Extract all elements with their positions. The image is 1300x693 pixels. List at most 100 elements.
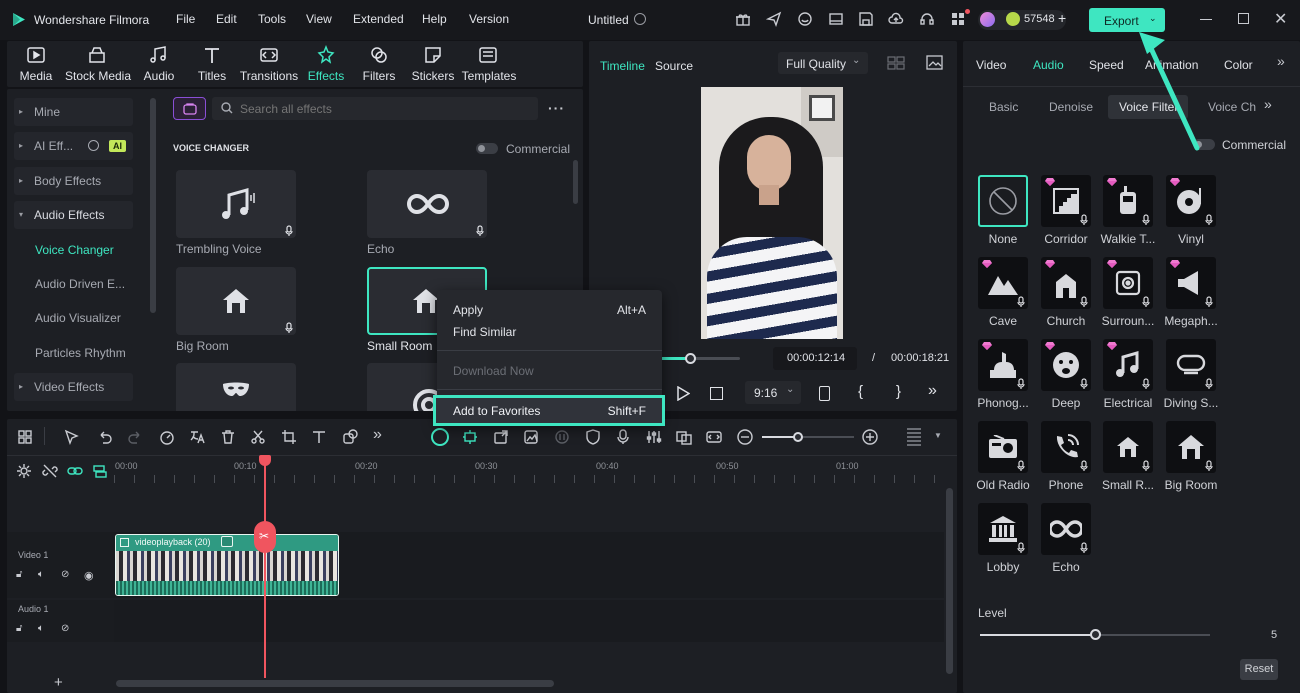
ai-translate-icon[interactable] [189, 429, 205, 445]
voice-filter-megaphone[interactable] [1166, 257, 1216, 309]
shield-icon[interactable] [585, 429, 601, 445]
link-icon[interactable] [67, 463, 83, 479]
voice-filter-phone[interactable] [1041, 421, 1091, 473]
text-tool-icon[interactable] [311, 429, 327, 445]
voice-filter-corridor[interactable] [1041, 175, 1091, 227]
toolbar-media[interactable]: Media [16, 69, 56, 83]
sidebar-item-body-effects[interactable]: ▸ Body Effects [14, 167, 133, 195]
stock-media-icon[interactable] [87, 45, 107, 65]
split-marker[interactable]: ✂ [254, 521, 276, 553]
save-icon[interactable] [858, 11, 876, 29]
voice-filter-big-room[interactable] [1166, 421, 1216, 473]
apps-grid-icon[interactable] [950, 9, 970, 29]
hide-icon[interactable]: ⊘ [61, 569, 69, 580]
reset-button[interactable]: Reset [1240, 659, 1278, 680]
sidebar-item-video-effects[interactable]: ▸ Video Effects [14, 373, 133, 401]
sidebar-sub-particles-rhythm[interactable]: Particles Rhythm [35, 346, 126, 360]
more-options-icon[interactable]: ··· [548, 100, 565, 116]
menu-view[interactable]: View [306, 12, 332, 26]
voice-filter-small-room[interactable] [1103, 421, 1153, 473]
aspect-ratio-dropdown[interactable]: 9:16 ⌄ [745, 381, 801, 404]
menu-help[interactable]: Help [422, 12, 447, 26]
voice-filter-vinyl[interactable] [1166, 175, 1216, 227]
voice-filter-surround[interactable] [1103, 257, 1153, 309]
speaker-icon[interactable]: 🔈︎ [38, 623, 44, 634]
headset-icon[interactable] [919, 11, 937, 29]
undo-icon[interactable] [97, 429, 113, 445]
voice-filter-cave[interactable] [978, 257, 1028, 309]
export-button[interactable]: Export ⌄ [1089, 8, 1165, 32]
tab-timeline[interactable]: Timeline [600, 59, 645, 73]
ai-face-icon[interactable] [431, 428, 449, 446]
layout-grid-icon[interactable] [17, 429, 33, 445]
delete-icon[interactable] [220, 429, 236, 445]
cloud-upload-icon[interactable] [888, 11, 906, 29]
favorites-filter-button[interactable] [173, 97, 206, 120]
menu-apply[interactable]: Apply [453, 303, 483, 317]
preview-progress-handle[interactable] [685, 353, 696, 364]
select-tool-icon[interactable] [63, 429, 79, 445]
send-icon[interactable] [766, 11, 784, 29]
templates-icon[interactable] [478, 45, 498, 65]
layout-icon[interactable] [828, 11, 846, 29]
speaker-icon[interactable]: 🔈︎ [38, 569, 44, 580]
tab-video[interactable]: Video [976, 58, 1006, 72]
mask-tool-icon[interactable] [342, 429, 358, 445]
effect-tile-big-room[interactable] [176, 267, 296, 335]
more-tools-icon[interactable]: » [373, 426, 382, 444]
gift-icon[interactable] [735, 11, 753, 29]
microphone-icon[interactable] [615, 429, 631, 445]
sidebar-item-mine[interactable]: ▸ Mine [14, 98, 133, 126]
speed-ramp-icon[interactable] [159, 429, 175, 445]
effect-tile-trembling-voice[interactable] [176, 170, 296, 238]
mark-out-icon[interactable]: } [896, 383, 901, 400]
subtab-voice-changer[interactable]: Voice Cha... [1208, 100, 1256, 114]
redo-icon[interactable] [127, 429, 143, 445]
timeline-hscrollbar[interactable] [116, 680, 554, 687]
subtab-basic[interactable]: Basic [989, 100, 1018, 114]
menu-tools[interactable]: Tools [258, 12, 286, 26]
replace-icon[interactable] [676, 429, 692, 445]
sidebar-scrollbar[interactable] [150, 98, 156, 313]
toolbar-effects[interactable]: Effects [304, 69, 348, 83]
effects-scrollbar[interactable] [573, 160, 578, 204]
audio-icon[interactable] [148, 45, 168, 65]
more-subtabs-icon[interactable]: » [1264, 96, 1272, 112]
stickers-icon[interactable] [423, 45, 443, 65]
lock-icon[interactable]: 🔓︎ [16, 623, 22, 634]
voice-filter-phonograph[interactable] [978, 339, 1028, 391]
sidebar-item-ai-effects[interactable]: ▸ AI Eff... AI [14, 132, 133, 160]
voice-filter-diving-suit[interactable] [1166, 339, 1216, 391]
snapshot-icon[interactable] [926, 55, 943, 70]
track-settings-icon[interactable] [16, 463, 32, 479]
sidebar-sub-voice-changer[interactable]: Voice Changer [35, 243, 114, 257]
ai-assistant-icon[interactable] [797, 11, 815, 29]
commercial-toggle[interactable] [476, 143, 498, 154]
menu-file[interactable]: File [176, 12, 195, 26]
mark-in-icon[interactable]: { [858, 383, 863, 400]
toolbar-stock-media[interactable]: Stock Media [62, 69, 134, 83]
add-credits-icon[interactable]: + [1058, 10, 1066, 26]
playhead-line[interactable] [264, 456, 266, 678]
voice-filter-deep[interactable] [1041, 339, 1091, 391]
subtab-denoise[interactable]: Denoise [1049, 100, 1093, 114]
sidebar-sub-audio-driven[interactable]: Audio Driven E... [35, 277, 125, 291]
voice-filter-church[interactable] [1041, 257, 1091, 309]
crop-icon[interactable] [281, 429, 297, 445]
close-icon[interactable]: ✕ [1274, 9, 1287, 29]
quality-dropdown[interactable]: Full Quality ⌄ [778, 52, 868, 74]
effect-tile-echo[interactable] [367, 170, 487, 238]
play-icon[interactable] [677, 386, 690, 401]
menu-find-similar[interactable]: Find Similar [453, 325, 516, 339]
avatar[interactable] [980, 12, 995, 27]
toolbar-transitions[interactable]: Transitions [239, 69, 299, 83]
maximize-icon[interactable] [1238, 13, 1249, 24]
help-icon[interactable] [88, 140, 99, 151]
image-icon[interactable] [523, 429, 539, 445]
minimize-icon[interactable] [1200, 19, 1212, 20]
more-tabs-icon[interactable]: » [1277, 53, 1285, 69]
eye-icon[interactable]: ◉ [84, 569, 94, 582]
sidebar-sub-audio-visualizer[interactable]: Audio Visualizer [35, 311, 121, 325]
grid-view-icon[interactable] [887, 56, 905, 70]
export-frame-icon[interactable] [493, 429, 509, 445]
